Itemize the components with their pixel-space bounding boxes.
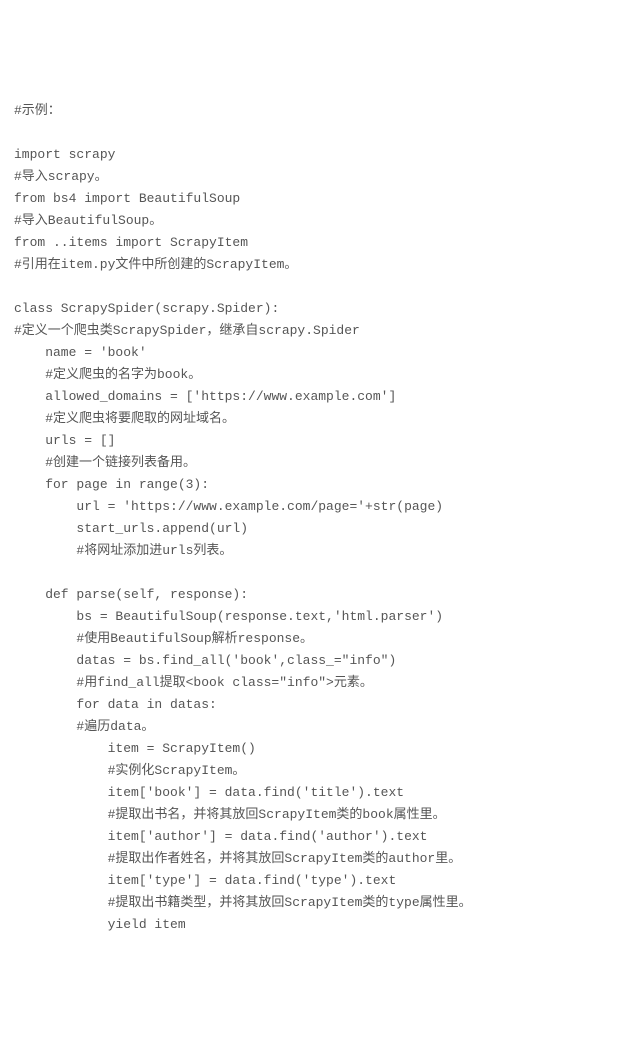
code-block: #示例： import scrapy #导入scrapy。 from bs4 i… [14, 100, 626, 936]
